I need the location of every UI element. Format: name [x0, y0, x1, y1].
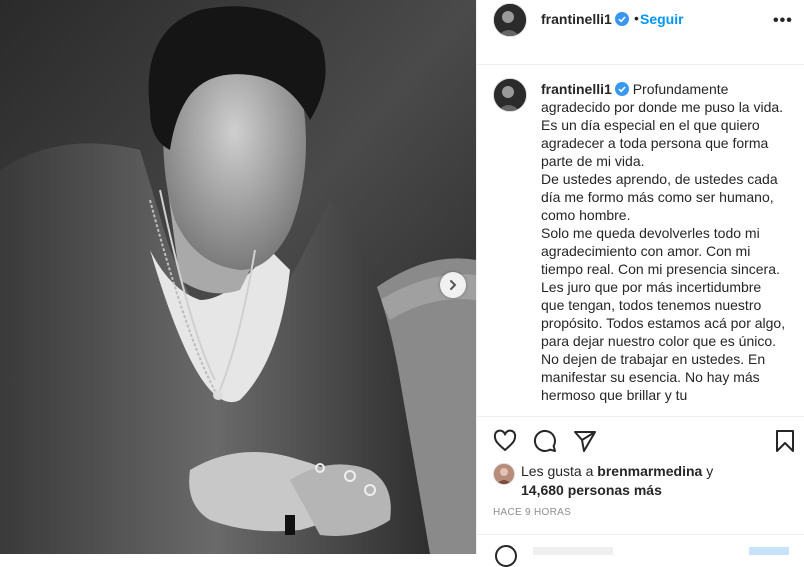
avatar[interactable] — [493, 3, 527, 37]
post-photo[interactable] — [0, 0, 476, 554]
caption-text: frantinelli1 Profundamente agradecido po… — [541, 80, 787, 404]
next-photo-button[interactable] — [440, 272, 466, 298]
comment-bar — [477, 534, 804, 567]
caption-username[interactable]: frantinelli1 — [541, 81, 612, 97]
verified-badge-icon — [614, 12, 629, 26]
emoji-icon[interactable] — [495, 545, 517, 567]
heart-icon[interactable] — [493, 429, 517, 453]
likes-count[interactable]: 14,680 personas más — [521, 481, 662, 500]
caption-line: Solo me queda devolverles todo mi agrade… — [541, 225, 786, 403]
header-username[interactable]: frantinelli1 — [541, 11, 629, 27]
post-header: frantinelli1 • Seguir ••• — [477, 0, 804, 65]
comment-icon[interactable] — [533, 429, 557, 453]
username-text[interactable]: frantinelli1 — [541, 11, 612, 27]
likes-suffix: y — [706, 463, 714, 479]
likes-prefix: Les gusta a — [521, 463, 594, 479]
post-timestamp[interactable]: HACE 9 HORAS — [493, 507, 571, 518]
post-side-panel: frantinelli1 • Seguir ••• frantinelli1 P… — [476, 0, 804, 567]
verified-badge-icon — [614, 82, 629, 96]
more-options-button[interactable]: ••• — [773, 12, 793, 30]
paper-plane-icon[interactable] — [573, 429, 597, 453]
likes-line: Les gusta a brenmarmedina y — [521, 462, 713, 481]
chevron-right-icon — [450, 280, 457, 290]
follow-button[interactable]: Seguir — [640, 11, 684, 27]
avatar[interactable] — [493, 78, 527, 112]
liker-avatar[interactable] — [493, 463, 515, 485]
separator-dot: • — [634, 10, 639, 26]
caption-line: De ustedes aprendo, de ustedes cada día … — [541, 171, 778, 223]
action-bar — [477, 416, 804, 467]
liker-username[interactable]: brenmarmedina — [597, 463, 702, 479]
caption-area[interactable]: frantinelli1 Profundamente agradecido po… — [477, 64, 804, 416]
bookmark-icon[interactable] — [773, 429, 797, 453]
caption-line: Es un día especial en el que quiero agra… — [541, 117, 769, 169]
